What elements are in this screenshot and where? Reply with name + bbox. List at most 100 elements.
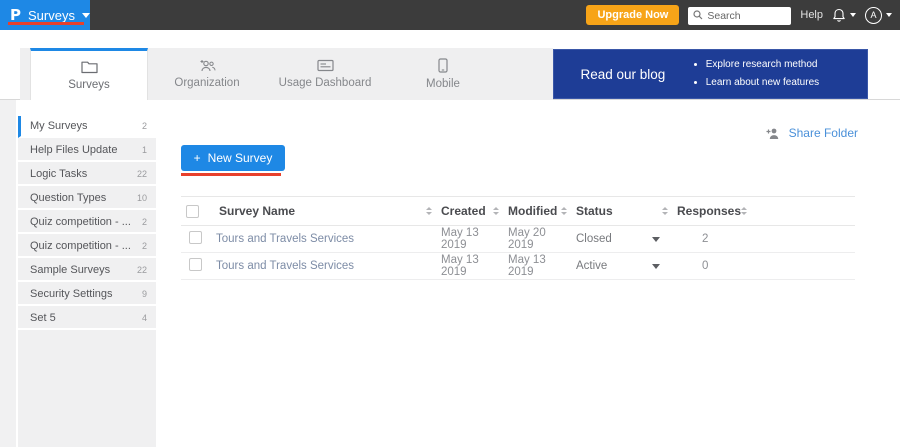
status-dropdown-icon[interactable] <box>652 237 660 242</box>
column-label: Status <box>576 204 613 218</box>
folder-label: My Surveys <box>30 120 87 132</box>
column-label: Modified <box>508 204 557 218</box>
sort-icon[interactable] <box>493 207 499 215</box>
table-row: Tours and Travels Services May 13 2019 M… <box>181 253 855 280</box>
app-menu-label: Surveys <box>28 8 75 23</box>
blog-banner[interactable]: Read our blog Explore research method Le… <box>553 49 868 99</box>
responses-cell: 0 <box>674 260 726 272</box>
tabs: Surveys Organization Usage Dashboard Mob… <box>30 48 502 100</box>
tab-label: Usage Dashboard <box>279 77 372 89</box>
surveys-table: Survey Name Created Modified Status <box>181 196 855 280</box>
column-label: Created <box>441 204 486 218</box>
search-input[interactable] <box>688 7 791 25</box>
upgrade-now-button[interactable]: Upgrade Now <box>586 5 679 25</box>
table-header-row: Survey Name Created Modified Status <box>181 196 855 226</box>
column-label: Responses <box>677 204 741 218</box>
sidebar-item-quiz-competition-2[interactable]: Quiz competition - ... 2 <box>18 236 156 258</box>
bell-icon <box>832 8 846 23</box>
folder-count: 9 <box>142 289 147 299</box>
sort-icon[interactable] <box>426 207 432 215</box>
banner-title: Read our blog <box>554 67 692 82</box>
modified-cell: May 13 2019 <box>505 254 573 278</box>
new-survey-label: New Survey <box>208 151 273 165</box>
folder-label: Logic Tasks <box>30 168 87 180</box>
content: My Surveys 2 Help Files Update 1 Logic T… <box>0 100 900 447</box>
folder-label: Set 5 <box>30 312 56 324</box>
tab-mobile[interactable]: Mobile <box>384 48 502 100</box>
survey-name-link[interactable]: Tours and Travels Services <box>216 233 438 245</box>
folders-sidebar: My Surveys 2 Help Files Update 1 Logic T… <box>18 100 156 447</box>
folder-count: 2 <box>142 217 147 227</box>
row-checkbox-cell <box>181 258 216 274</box>
sidebar-item-help-files-update[interactable]: Help Files Update 1 <box>18 140 156 162</box>
header-modified[interactable]: Modified <box>505 204 573 218</box>
account-menu[interactable]: A <box>865 7 892 24</box>
row-checkbox[interactable] <box>189 258 202 271</box>
left-margin-strip <box>0 100 18 447</box>
new-survey-button[interactable]: + New Survey <box>181 145 285 171</box>
sort-icon[interactable] <box>561 207 567 215</box>
header-status[interactable]: Status <box>573 204 674 218</box>
person-add-icon <box>765 127 781 140</box>
notifications-menu[interactable] <box>832 8 856 23</box>
topbar: P Surveys Upgrade Now Help A <box>0 0 900 30</box>
sidebar-item-question-types[interactable]: Question Types 10 <box>18 188 156 210</box>
status-value: Active <box>576 260 607 272</box>
sort-icon[interactable] <box>741 207 747 215</box>
folders-list: My Surveys 2 Help Files Update 1 Logic T… <box>18 116 156 447</box>
sort-icon[interactable] <box>662 207 668 215</box>
responses-cell: 2 <box>674 233 726 245</box>
tab-surveys[interactable]: Surveys <box>30 48 148 100</box>
header-created[interactable]: Created <box>438 204 505 218</box>
select-all-checkbox[interactable] <box>186 205 199 218</box>
folder-label: Quiz competition - ... <box>30 216 131 228</box>
app-switcher-menu[interactable]: P Surveys <box>0 0 90 30</box>
sidebar-item-my-surveys[interactable]: My Surveys 2 <box>18 116 156 138</box>
topbar-right: Upgrade Now Help A <box>586 0 892 30</box>
search-box <box>688 6 791 24</box>
mobile-icon <box>438 58 448 73</box>
folder-count: 22 <box>137 265 147 275</box>
main-panel: Share Folder + New Survey Survey Name <box>156 100 900 447</box>
help-link[interactable]: Help <box>800 9 823 21</box>
sidebar-item-set-5[interactable]: Set 5 4 <box>18 308 156 330</box>
header-checkbox-cell <box>181 205 216 218</box>
annotation-underline-logo <box>8 22 84 25</box>
tab-label: Organization <box>174 77 239 89</box>
folder-icon <box>81 61 98 74</box>
status-dropdown-icon[interactable] <box>652 264 660 269</box>
chevron-down-icon <box>850 13 856 17</box>
search-icon <box>693 10 703 20</box>
sidebar-item-sample-surveys[interactable]: Sample Surveys 22 <box>18 260 156 282</box>
folder-label: Question Types <box>30 192 106 204</box>
status-cell: Active <box>573 260 674 272</box>
folder-count: 4 <box>142 313 147 323</box>
folder-count: 2 <box>142 121 147 131</box>
new-survey-wrap: + New Survey <box>181 145 285 171</box>
tab-organization[interactable]: Organization <box>148 48 266 100</box>
row-checkbox[interactable] <box>189 231 202 244</box>
banner-bullet: Explore research method <box>706 56 819 74</box>
folder-label: Sample Surveys <box>30 264 110 276</box>
folder-label: Quiz competition - ... <box>30 240 131 252</box>
status-cell: Closed <box>573 233 674 245</box>
sidebar-item-security-settings[interactable]: Security Settings 9 <box>18 284 156 306</box>
folder-count: 2 <box>142 241 147 251</box>
share-folder-label: Share Folder <box>789 126 858 140</box>
share-folder-link[interactable]: Share Folder <box>765 126 858 140</box>
tab-usage-dashboard[interactable]: Usage Dashboard <box>266 48 384 100</box>
chevron-down-icon <box>886 13 892 17</box>
header-responses[interactable]: Responses <box>674 204 726 218</box>
avatar: A <box>865 7 882 24</box>
chevron-down-icon <box>82 13 90 18</box>
created-cell: May 13 2019 <box>438 227 505 251</box>
folder-label: Help Files Update <box>30 144 117 156</box>
people-add-icon <box>198 59 216 72</box>
header-survey-name[interactable]: Survey Name <box>216 204 438 218</box>
sidebar-item-quiz-competition-1[interactable]: Quiz competition - ... 2 <box>18 212 156 234</box>
dashboard-icon <box>317 59 334 72</box>
folder-count: 22 <box>137 169 147 179</box>
survey-name-link[interactable]: Tours and Travels Services <box>216 260 438 272</box>
folder-count: 1 <box>142 145 147 155</box>
sidebar-item-logic-tasks[interactable]: Logic Tasks 22 <box>18 164 156 186</box>
